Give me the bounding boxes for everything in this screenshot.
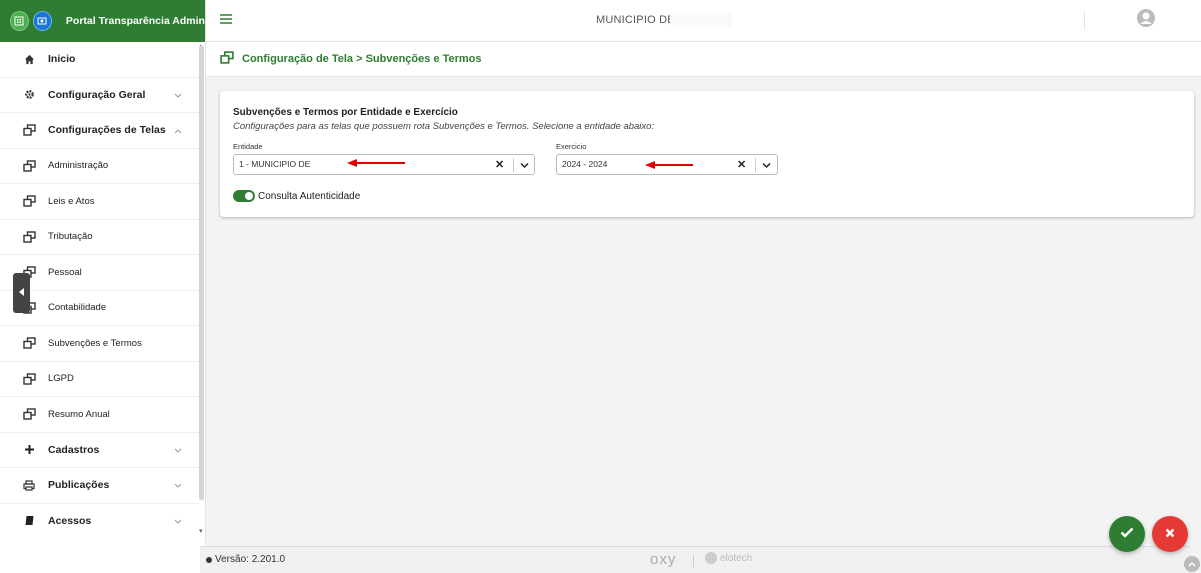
sidebar-item-label: Leis e Atos [48, 195, 95, 207]
gear-icon [22, 88, 36, 102]
status-dot-icon [206, 556, 212, 563]
sidebar-item-leis-e-atos[interactable]: Leis e Atos [0, 184, 200, 220]
redacted-area [670, 13, 732, 27]
chevron-down-icon [174, 480, 182, 492]
exercicio-label: Exercicio [556, 142, 587, 151]
topbar: MUNICIPIO DE [206, 0, 1201, 42]
toggle-switch[interactable] [233, 190, 255, 202]
window-icon [22, 372, 36, 386]
building-icon [10, 11, 29, 31]
topbar-divider [1084, 12, 1085, 30]
confirm-button[interactable] [1109, 516, 1145, 552]
sidebar-item-label: Subvenções e Termos [48, 337, 142, 349]
sidebar-item-tributacao[interactable]: Tributação [0, 220, 200, 255]
entidade-label: Entidade [233, 142, 263, 151]
footer: Versão: 2.201.0 OXY elotech [200, 546, 1190, 573]
annotation-arrow [347, 159, 405, 167]
oxy-logo: OXY [650, 551, 677, 568]
sidebar-item-label: Configuração Geral [48, 88, 146, 101]
elotech-icon [705, 552, 717, 564]
sidebar-item-configuracao-geral[interactable]: Configuração Geral [0, 78, 200, 113]
window-icon [22, 123, 36, 137]
toggle-label: Consulta Autenticidade [258, 190, 361, 202]
card-subtitle: Configurações para as telas que possuem … [233, 121, 655, 132]
sidebar-item-resumo-anual[interactable]: Resumo Anual [0, 397, 200, 433]
sidebar-item-label: Cadastros [48, 443, 100, 456]
chevron-down-icon [174, 90, 182, 102]
select-divider [755, 158, 756, 172]
sidebar-item-label: Publicações [48, 479, 110, 492]
sidebar-item-cadastros[interactable]: Cadastros [0, 433, 200, 468]
sidebar-item-administracao[interactable]: Administração [0, 149, 200, 184]
footer-divider [693, 555, 694, 567]
cancel-button[interactable] [1152, 516, 1188, 552]
chevron-down-icon [174, 445, 182, 457]
card-title: Subvenções e Termos por Entidade e Exerc… [233, 107, 458, 118]
page-title: Configuração de Tela > Subvenções e Term… [242, 53, 482, 65]
config-card: Subvenções e Termos por Entidade e Exerc… [220, 91, 1194, 217]
sidebar-item-configuracoes-de-telas[interactable]: Configurações de Telas [0, 113, 200, 149]
home-icon [22, 52, 36, 66]
sidebar-item-subvencoes-e-termos[interactable]: Subvenções e Termos [0, 326, 200, 362]
sidebar-item-publicacoes[interactable]: Publicações [0, 468, 200, 504]
sidebar-item-label: Configurações de Telas [48, 124, 166, 137]
window-icon [220, 51, 234, 67]
consulta-autenticidade-toggle[interactable]: Consulta Autenticidade [233, 190, 360, 202]
chevron-down-icon[interactable] [762, 160, 771, 172]
window-icon [22, 230, 36, 244]
sidebar-collapse-handle[interactable] [13, 273, 30, 313]
sidebar-scrollbar[interactable] [199, 46, 204, 500]
sidebar-item-lgpd[interactable]: LGPD [0, 362, 200, 397]
elotech-text: elotech [720, 552, 753, 564]
printer-icon [22, 478, 36, 492]
entidade-value: 1 - MUNICIPIO DE [239, 159, 311, 169]
chevron-up-icon [1188, 558, 1196, 570]
elotech-logo: elotech [705, 552, 752, 564]
annotation-arrow [645, 161, 693, 169]
version-info: Versão: 2.201.0 [206, 554, 285, 565]
money-icon [32, 11, 52, 31]
sidebar: Portal Transparência Admin Inicio Config… [0, 0, 206, 573]
user-avatar-icon[interactable] [1136, 8, 1156, 28]
sidebar-item-inicio[interactable]: Inicio [0, 42, 200, 78]
sidebar-item-label: Resumo Anual [48, 408, 110, 420]
exercicio-value: 2024 - 2024 [562, 159, 608, 169]
sidebar-item-label: LGPD [48, 373, 74, 385]
window-icon [22, 194, 36, 208]
book-icon [22, 514, 36, 528]
hamburger-menu-icon[interactable] [220, 14, 232, 27]
scroll-to-top-button[interactable] [1184, 556, 1200, 572]
sidebar-item-pessoal[interactable]: Pessoal [0, 255, 200, 291]
chevron-up-icon [174, 125, 182, 137]
sidebar-item-label: Tributação [48, 231, 93, 243]
sidebar-item-label: Acessos [48, 514, 92, 527]
sidebar-menu: Inicio Configuração Geral Configurações … [0, 42, 200, 538]
window-icon [22, 336, 36, 350]
municipio-title: MUNICIPIO DE [596, 14, 675, 26]
sidebar-item-label: Administração [48, 160, 109, 172]
sidebar-item-label: Pessoal [48, 266, 82, 278]
chevron-down-icon [174, 516, 182, 528]
clear-icon[interactable]: ✕ [495, 158, 504, 171]
close-icon [1165, 528, 1175, 541]
brand-title: Portal Transparência Admin [65, 15, 205, 27]
scroll-down-arrow[interactable]: ▾ [199, 527, 203, 535]
check-icon [1120, 527, 1134, 541]
select-divider [513, 158, 514, 172]
sidebar-item-label: Inicio [48, 53, 76, 66]
brand-header: Portal Transparência Admin [0, 0, 205, 42]
plus-icon [22, 443, 36, 457]
version-text: Versão: 2.201.0 [215, 554, 286, 565]
sidebar-item-label: Contabilidade [48, 302, 107, 314]
window-icon [22, 407, 36, 421]
window-icon [22, 159, 36, 173]
chevron-down-icon[interactable] [520, 160, 529, 172]
sidebar-item-acessos[interactable]: Acessos [0, 504, 200, 539]
sidebar-item-contabilidade[interactable]: Contabilidade [0, 291, 200, 326]
clear-icon[interactable]: ✕ [737, 158, 746, 171]
caret-left-icon [18, 287, 25, 299]
page-header: Configuração de Tela > Subvenções e Term… [206, 42, 1201, 77]
